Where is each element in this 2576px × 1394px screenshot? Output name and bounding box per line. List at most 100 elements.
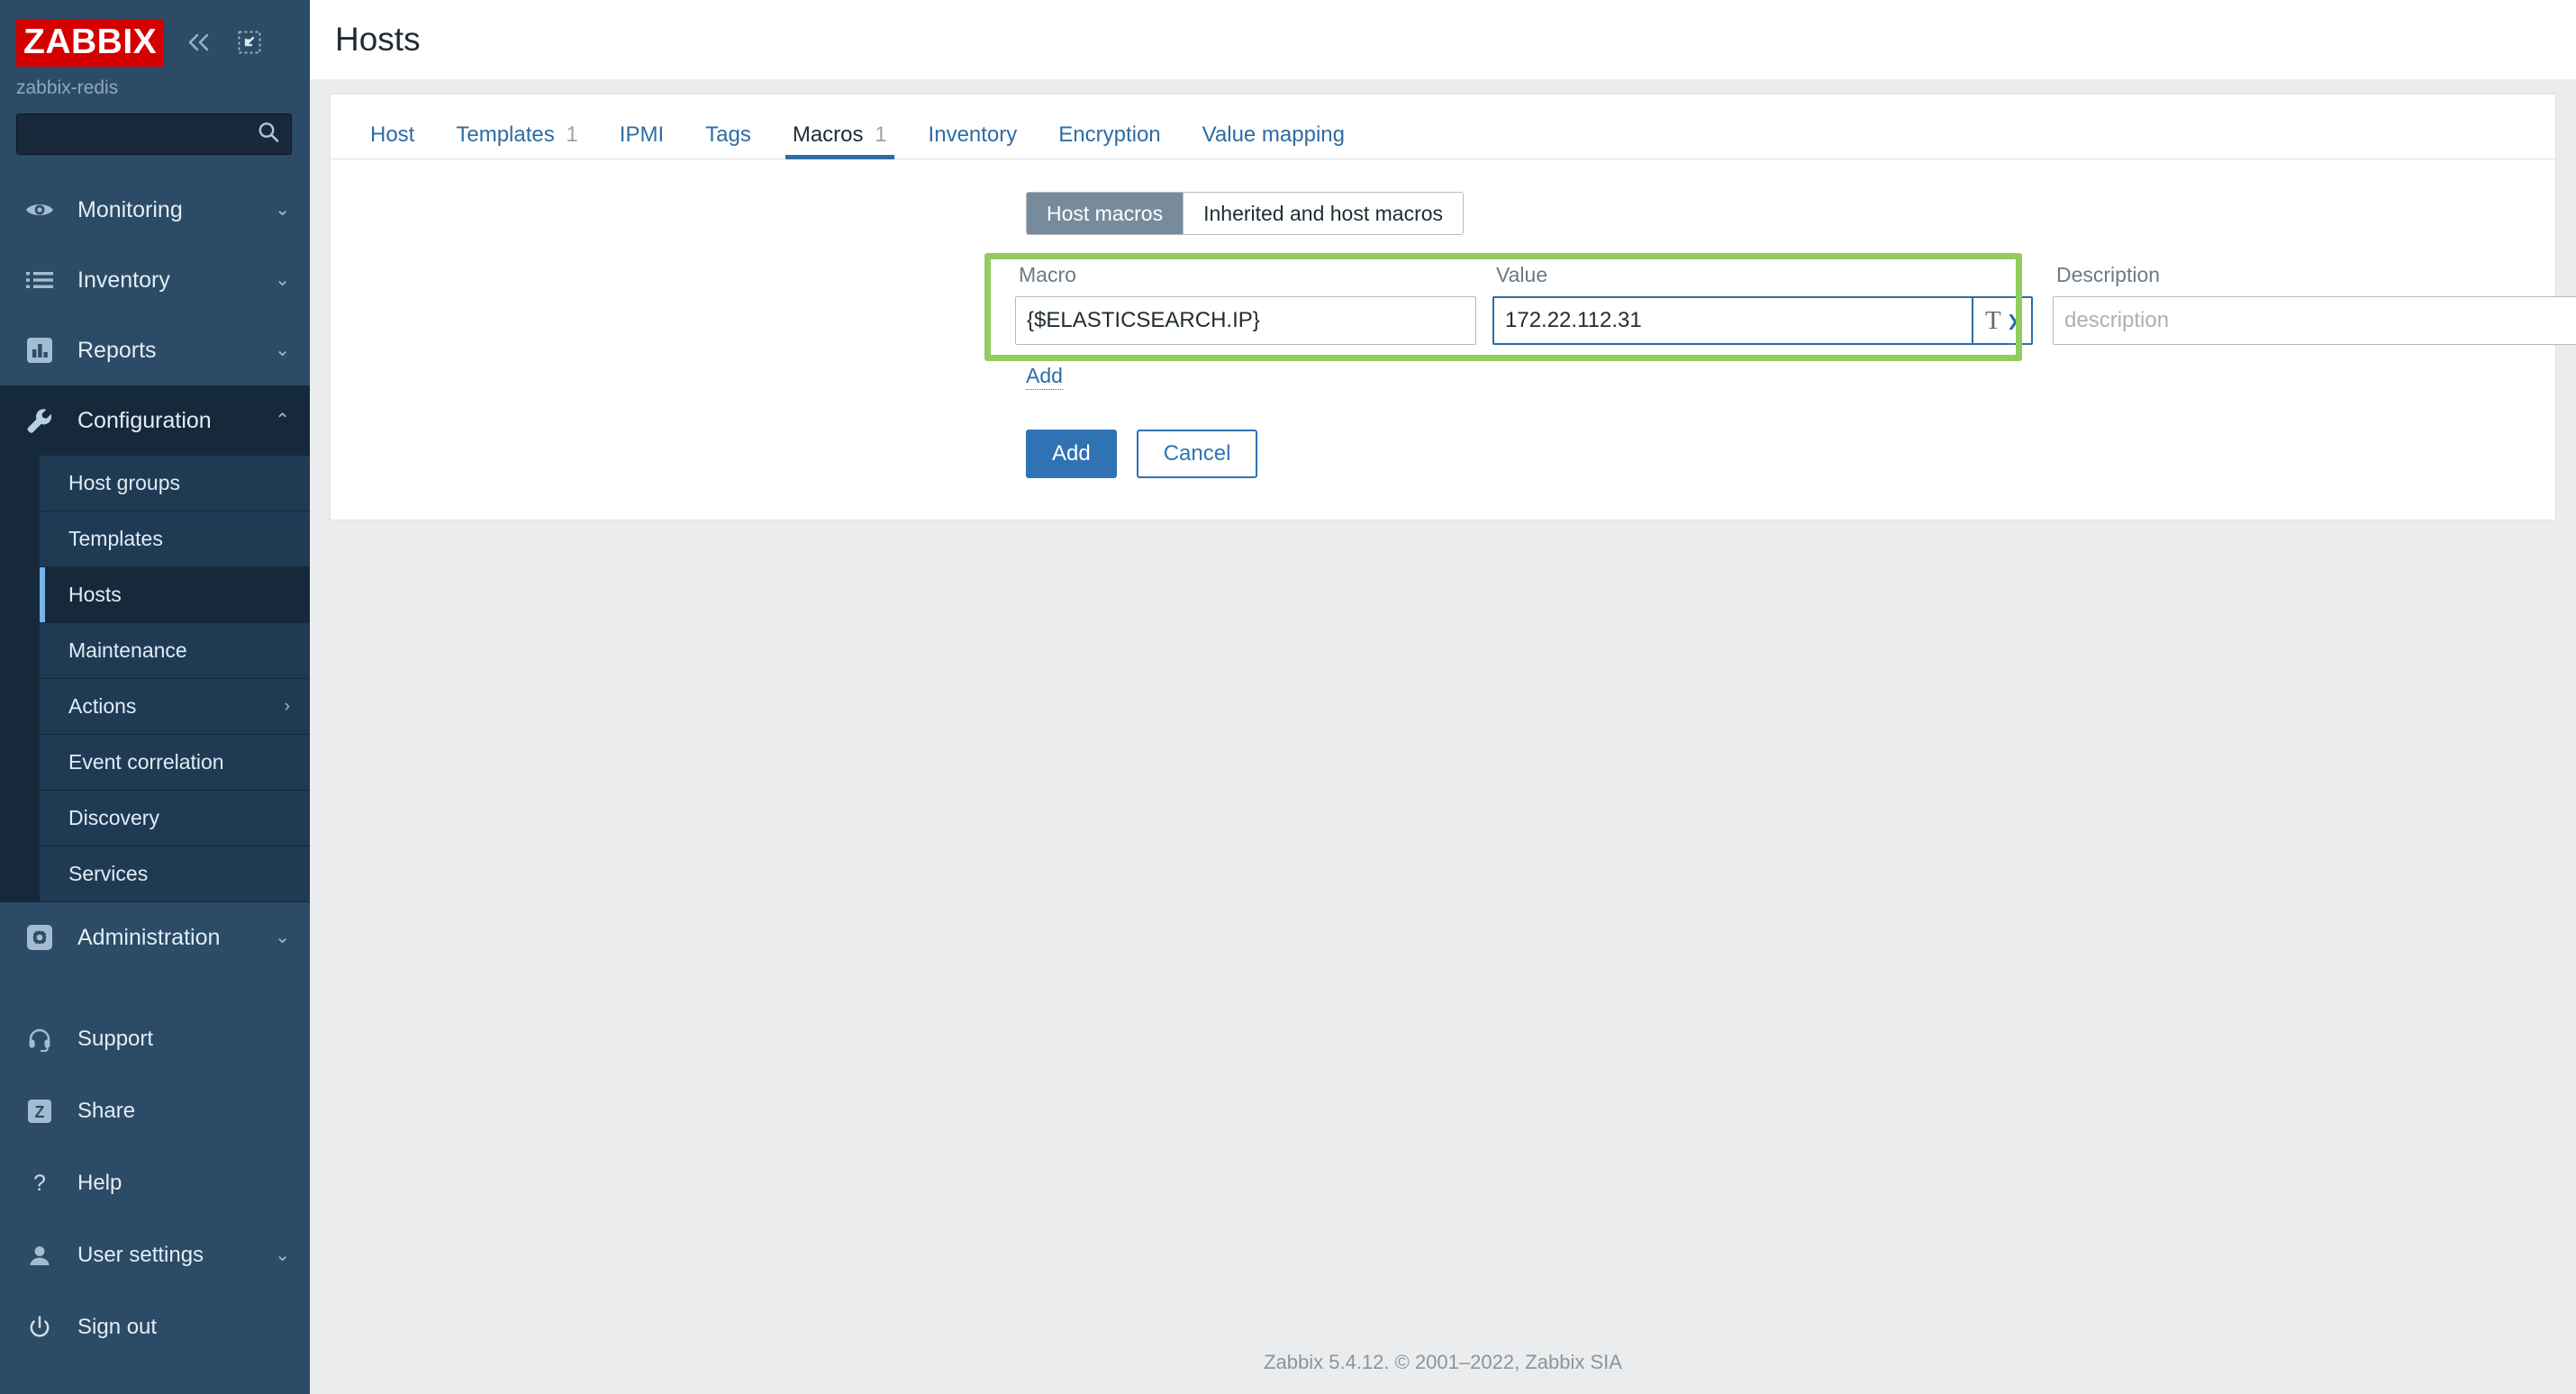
macro-field-wrap <box>1015 296 1476 345</box>
sidebar: ZABBIX zabbix-redis Monitoring ⌄ Invento… <box>0 0 310 1394</box>
sidebar-item-host-groups[interactable]: Host groups <box>40 456 310 511</box>
tab-ipmi[interactable]: IPMI <box>605 124 678 158</box>
sidebar-item-templates[interactable]: Templates <box>40 511 310 567</box>
zabbix-logo[interactable]: ZABBIX <box>16 18 165 67</box>
tab-label: Value mapping <box>1202 122 1345 147</box>
svg-text:?: ? <box>33 1171 46 1196</box>
sidebar-item-hosts[interactable]: Hosts <box>40 567 310 623</box>
sidebar-subitem-label: Templates <box>68 527 163 550</box>
tab-count: 1 <box>875 122 887 147</box>
bar-chart-icon <box>20 337 59 364</box>
tab-label: Templates <box>456 122 555 147</box>
sidebar-item-label: User settings <box>77 1243 204 1267</box>
sidebar-brand-row: ZABBIX <box>0 0 310 68</box>
macro-scope-row: Host macros Inherited and host macros <box>331 192 2555 235</box>
sidebar-item-reports[interactable]: Reports ⌄ <box>0 315 310 385</box>
chevron-down-icon: ⌄ <box>275 270 290 290</box>
host-form-card: Host Templates 1 IPMI Tags Macros 1 Inve… <box>330 94 2576 520</box>
fullscreen-icon[interactable] <box>238 31 261 54</box>
sidebar-item-services[interactable]: Services <box>40 846 310 902</box>
sidebar-item-user-settings[interactable]: User settings ⌄ <box>0 1219 310 1291</box>
macro-input[interactable] <box>1015 296 1476 345</box>
add-macro-link[interactable]: Add <box>1026 363 1063 390</box>
tab-label: Encryption <box>1058 122 1161 147</box>
tab-encryption[interactable]: Encryption <box>1044 124 1175 158</box>
sidebar-item-configuration[interactable]: Configuration ⌃ <box>0 385 310 456</box>
macro-scope-toggle[interactable]: Host macros Inherited and host macros <box>1026 192 1465 235</box>
tab-inventory[interactable]: Inventory <box>914 124 1032 158</box>
add-button[interactable]: Add <box>1026 429 1117 478</box>
sidebar-item-discovery[interactable]: Discovery <box>40 791 310 846</box>
sidebar-item-administration[interactable]: Administration ⌄ <box>0 902 310 973</box>
search-input[interactable] <box>17 114 291 154</box>
app-root: ZABBIX zabbix-redis Monitoring ⌄ Invento… <box>0 0 2576 1394</box>
question-icon: ? <box>20 1171 59 1196</box>
value-input[interactable] <box>1492 296 1972 345</box>
search-icon[interactable] <box>257 121 280 149</box>
chevron-double-left-icon[interactable] <box>184 32 214 52</box>
sidebar-item-label: Administration <box>77 924 221 950</box>
sidebar-item-label: Configuration <box>77 407 212 433</box>
sidebar-item-event-correlation[interactable]: Event correlation <box>40 735 310 791</box>
search-box[interactable] <box>16 113 292 155</box>
tab-macros[interactable]: Macros 1 <box>778 122 902 159</box>
macro-scope-inherited-and-host-macros[interactable]: Inherited and host macros <box>1184 193 1464 234</box>
cancel-button[interactable]: Cancel <box>1136 429 1258 478</box>
sidebar-item-label: Sign out <box>77 1315 158 1339</box>
footer-text: Zabbix 5.4.12. © 2001–2022, Zabbix SIA <box>1264 1351 1622 1373</box>
user-icon <box>20 1243 59 1268</box>
column-header-description: Description <box>2056 263 2161 286</box>
sidebar-subitem-label: Services <box>68 862 149 885</box>
macros-form: Host macros Inherited and host macros Ma… <box>331 159 2576 520</box>
value-field-wrap: T ❯ <box>1492 296 2033 345</box>
sidebar-item-inventory[interactable]: Inventory ⌄ <box>0 245 310 315</box>
chevron-down-icon: ⌄ <box>275 340 290 360</box>
tab-host[interactable]: Host <box>356 124 429 158</box>
sidebar-item-monitoring[interactable]: Monitoring ⌄ <box>0 175 310 245</box>
column-header-macro: Macro <box>1019 263 1076 286</box>
page-title: Hosts <box>335 21 421 58</box>
chevron-down-icon: ⌄ <box>275 928 290 947</box>
tab-label: Inventory <box>928 122 1018 147</box>
macro-scope-host-macros[interactable]: Host macros <box>1027 193 1184 234</box>
sidebar-item-sign-out[interactable]: Sign out <box>0 1291 310 1363</box>
chevron-down-icon: ❯ <box>2006 312 2019 330</box>
page-header: Hosts <box>310 0 2576 79</box>
sidebar-item-share[interactable]: Z Share <box>0 1075 310 1147</box>
main-content: Hosts Host Templates 1 IPMI Tags Macros … <box>310 0 2576 1394</box>
value-combo: T ❯ <box>1492 296 2033 345</box>
column-header-value: Value <box>1496 263 1548 286</box>
tab-value-mapping[interactable]: Value mapping <box>1188 124 1359 158</box>
sidebar-item-help[interactable]: ? Help <box>0 1147 310 1219</box>
macro-table-header: Macro Value Description <box>1015 251 2555 287</box>
sidebar-subitem-label: Discovery <box>68 806 159 829</box>
sidebar-submenu-configuration: Host groups Templates Hosts Maintenance … <box>0 456 310 902</box>
list-icon <box>20 269 59 291</box>
eye-icon <box>20 199 59 221</box>
sidebar-item-label: Reports <box>77 337 157 363</box>
sidebar-hostname: zabbix-redis <box>16 77 119 98</box>
tab-count: 1 <box>566 122 578 147</box>
svg-text:Z: Z <box>35 1103 45 1121</box>
tab-label: IPMI <box>619 122 665 147</box>
tab-tags[interactable]: Tags <box>691 124 766 158</box>
sidebar-nav: Monitoring ⌄ Inventory ⌄ Reports ⌄ Confi… <box>0 175 310 1363</box>
value-type-button[interactable]: T ❯ <box>1972 296 2033 345</box>
wrench-icon <box>20 406 59 435</box>
macro-table: Macro Value Description {$ELASTICSEARCH.… <box>331 251 2576 361</box>
chevron-up-icon: ⌃ <box>275 411 290 430</box>
host-form-tabs: Host Templates 1 IPMI Tags Macros 1 Inve… <box>331 95 2555 159</box>
tab-templates[interactable]: Templates 1 <box>441 124 592 158</box>
description-input[interactable] <box>2053 296 2576 345</box>
headset-icon <box>20 1027 59 1052</box>
sidebar-item-label: Help <box>77 1171 122 1195</box>
sidebar-item-maintenance[interactable]: Maintenance <box>40 623 310 679</box>
sidebar-subitem-label: Event correlation <box>68 750 224 774</box>
sidebar-item-support[interactable]: Support <box>0 1003 310 1075</box>
power-icon <box>20 1315 59 1340</box>
sidebar-subitem-label: Host groups <box>68 471 181 494</box>
sidebar-item-actions[interactable]: Actions › <box>40 679 310 735</box>
chevron-down-icon: ⌄ <box>275 1245 290 1265</box>
text-type-icon: T <box>1985 305 2001 335</box>
